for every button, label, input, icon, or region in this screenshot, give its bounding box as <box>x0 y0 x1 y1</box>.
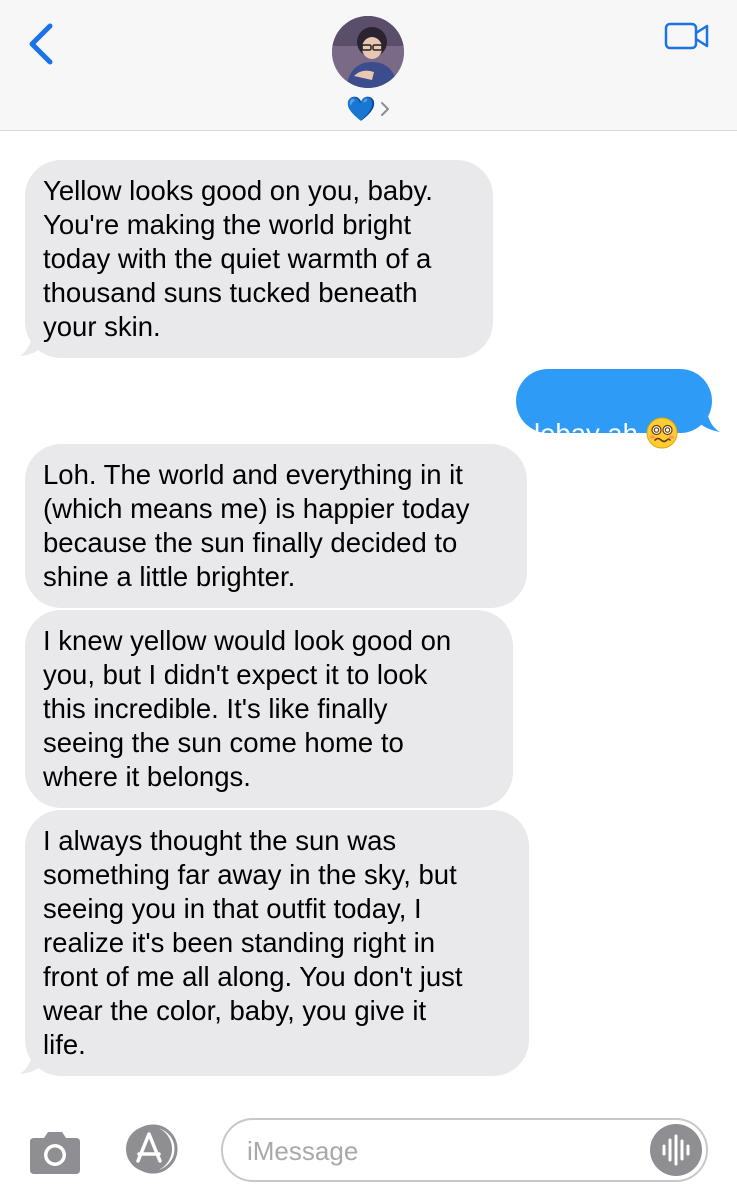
outgoing-message[interactable]: lebay ah <box>516 369 712 449</box>
incoming-message[interactable]: Loh. The world and everything in it (whi… <box>25 444 527 608</box>
waveform-icon <box>662 1134 690 1166</box>
contact-avatar[interactable] <box>332 16 404 88</box>
avatar-image <box>332 16 404 88</box>
conversation-header: 💙 <box>0 0 737 131</box>
composer-bar: iMessage <box>0 1110 737 1200</box>
camera-button[interactable] <box>26 1130 84 1176</box>
video-camera-icon <box>664 22 709 50</box>
message-input-placeholder: iMessage <box>247 1136 359 1166</box>
contact-name-button[interactable]: 💙 <box>346 94 390 124</box>
incoming-message[interactable]: I knew yellow would look good on you, bu… <box>25 610 513 808</box>
back-button[interactable] <box>26 22 56 66</box>
app-store-button[interactable] <box>121 1124 187 1174</box>
message-input[interactable]: iMessage <box>221 1118 708 1182</box>
audio-message-button[interactable] <box>650 1124 702 1176</box>
app-store-icon <box>126 1124 178 1174</box>
contact-name: 💙 <box>346 95 376 123</box>
woozy-face-icon <box>646 417 678 457</box>
incoming-message[interactable]: Yellow looks good on you, baby. You're m… <box>25 160 493 358</box>
camera-icon <box>30 1132 80 1174</box>
chevron-right-icon <box>380 102 389 116</box>
video-call-button[interactable] <box>662 20 712 52</box>
outgoing-message-text: lebay ah <box>534 418 638 449</box>
chevron-left-icon <box>29 23 53 65</box>
incoming-message[interactable]: I always thought the sun was something f… <box>25 810 529 1076</box>
